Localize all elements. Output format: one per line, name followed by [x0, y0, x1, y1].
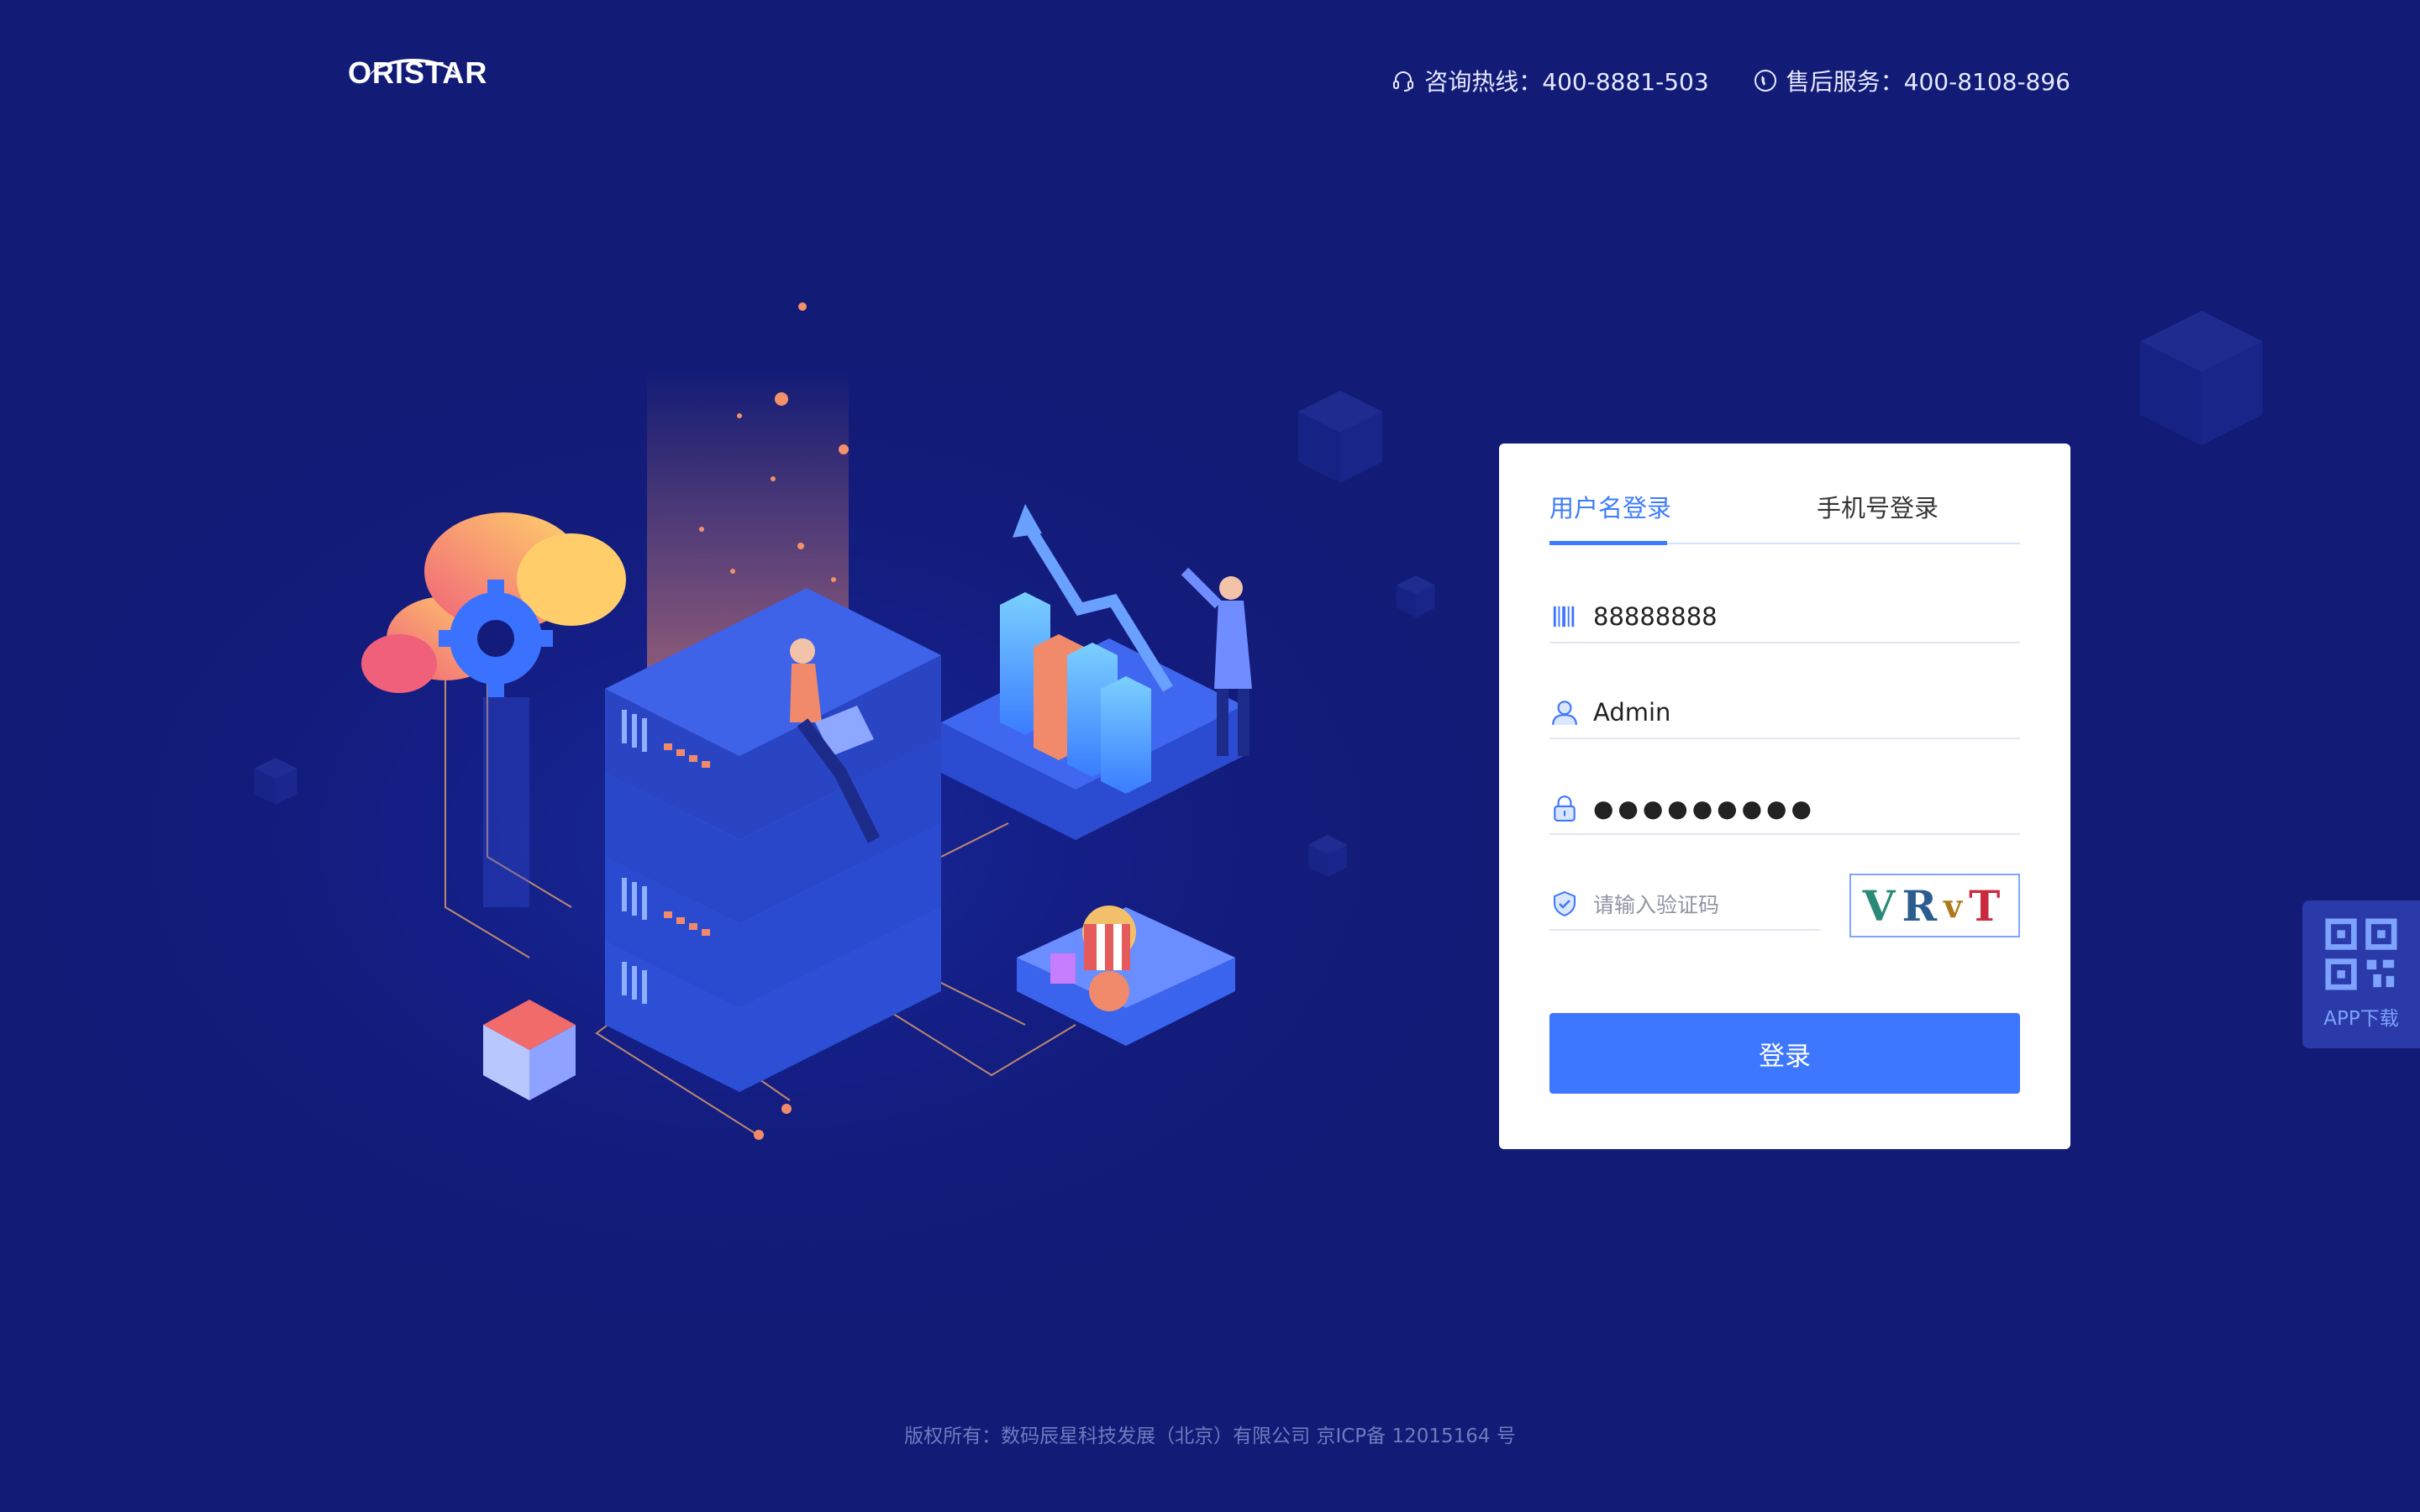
captcha-char: R [1902, 880, 1944, 931]
consult-hotline: 咨询热线：400-8881-503 [1391, 64, 1709, 97]
login-card: 用户名登录 手机号登录 88888888 Admin ●●●●●●●●● 请输入… [1499, 444, 2070, 1149]
captcha-char: v [1944, 886, 1970, 925]
username-value: Admin [1593, 698, 1671, 727]
lock-icon [1549, 793, 1580, 823]
username-field[interactable]: Admin [1549, 687, 2020, 739]
qr-code-icon [2325, 918, 2397, 990]
service-hotline-text: 售后服务：400-8108-896 [1786, 68, 2070, 96]
hotline-bar: 咨询热线：400-8881-503 售后服务：400-8108-896 [1391, 64, 2070, 97]
password-value: ●●●●●●●●● [1593, 794, 1816, 822]
captcha-field[interactable]: 请输入验证码 [1549, 879, 1821, 931]
bg-cube-2 [2140, 311, 2263, 445]
company-code-value: 88888888 [1593, 602, 1718, 631]
tab-username-login[interactable]: 用户名登录 [1549, 489, 1671, 524]
tab-phone-login[interactable]: 手机号登录 [1817, 489, 1939, 524]
app-download-panel[interactable]: APP下载 [2302, 900, 2420, 1048]
captcha-image[interactable]: V R v T [1849, 874, 2020, 937]
company-code-field[interactable]: 88888888 [1549, 591, 2020, 643]
user-icon [1549, 697, 1580, 727]
hero-illustration [361, 302, 1252, 1140]
service-hotline: 售后服务：400-8108-896 [1753, 64, 2070, 97]
password-field[interactable]: ●●●●●●●●● [1549, 783, 2020, 835]
captcha-char: V [1862, 880, 1902, 931]
login-tabs: 用户名登录 手机号登录 [1549, 480, 2020, 545]
active-tab-underline [1549, 541, 1667, 545]
barcode-icon [1549, 601, 1580, 632]
captcha-char: T [1969, 880, 2007, 931]
login-button[interactable]: 登录 [1549, 1013, 2020, 1094]
shield-icon [1549, 889, 1580, 919]
captcha-placeholder: 请输入验证码 [1593, 893, 1720, 917]
phone-icon [1754, 70, 1776, 92]
headset-icon [1393, 71, 1414, 92]
bg-cube-4 [254, 758, 297, 805]
consult-hotline-text: 咨询热线：400-8881-503 [1424, 68, 1709, 96]
app-download-label: APP下载 [2323, 1008, 2399, 1030]
logo: ORISTAR [348, 55, 488, 90]
footer-copyright: 版权所有：数码辰星科技发展（北京）有限公司 京ICP备 12015164 号 [904, 1425, 1516, 1447]
bg-cube-3 [1397, 575, 1435, 617]
